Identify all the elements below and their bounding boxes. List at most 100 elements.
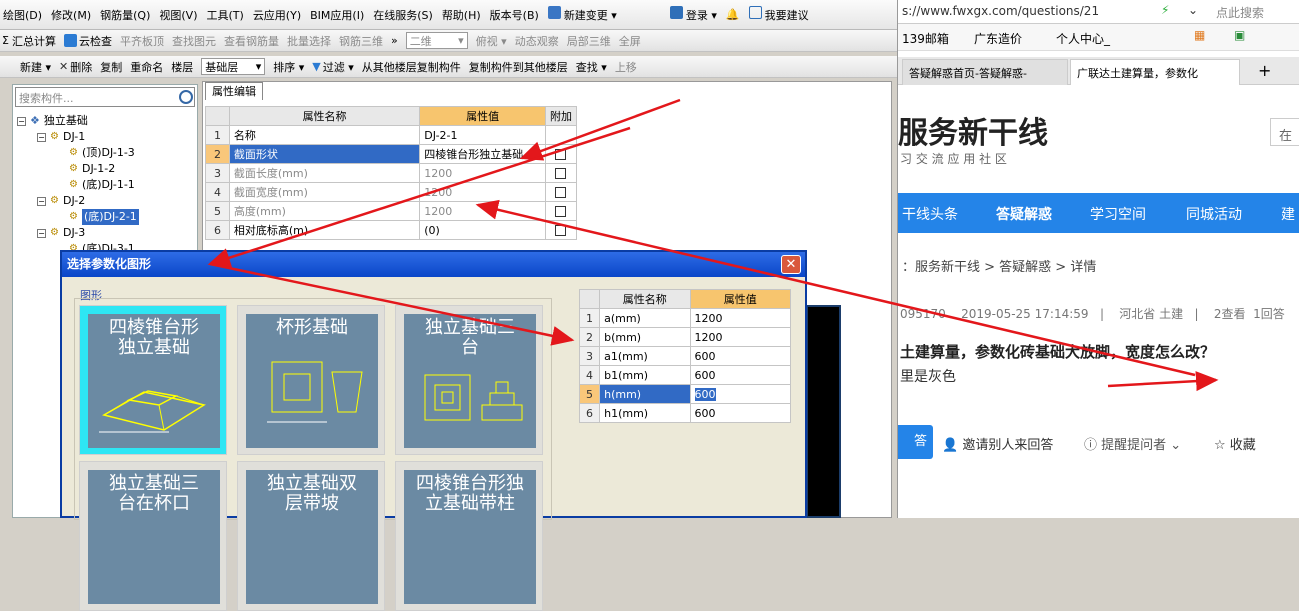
extra-checkbox[interactable] [555,168,567,179]
new-component-button[interactable]: 新建 ▾ [20,59,51,75]
favorite-button[interactable]: ☆ 收藏 [1214,434,1256,453]
menu-draw[interactable]: 绘图(D) [3,7,42,23]
align-slab-top-button[interactable]: 平齐板顶 [120,33,164,49]
nav-learning[interactable]: 学习空间 [1090,204,1146,224]
shape-card-three-step-cup[interactable]: 独立基础三台在杯口 [79,461,227,611]
close-icon[interactable]: ✕ [781,255,801,274]
answer-button[interactable]: 答 [898,425,933,459]
name-value-cell[interactable]: DJ-2-1 [419,125,546,145]
parameter-table-header: 属性名称 属性值 [578,289,792,309]
param-value-cell-h[interactable]: 600 [689,384,792,404]
collapse-icon[interactable]: − [37,132,46,142]
collapse-icon[interactable]: − [37,196,46,206]
collapse-icon[interactable]: − [17,116,26,126]
fav-personal-center[interactable]: 个人中心_ [1056,30,1110,47]
login-button[interactable]: 登录 ▾ [669,6,717,23]
menu-version[interactable]: 版本号(B) [490,7,539,23]
new-tab-icon[interactable]: + [1258,61,1271,80]
local-3d-button[interactable]: 局部三维 [567,33,611,49]
nav-more[interactable]: 建 [1281,204,1295,224]
property-table-header: 属性名称 属性值 附加 [205,106,578,126]
find-button[interactable]: 查找 ▾ [576,59,607,75]
search-icon[interactable] [179,90,193,104]
tree-item-dj3[interactable]: − ⚙ DJ-3 [37,225,139,241]
copy-button[interactable]: 复制 [100,59,122,75]
tab-property-edit[interactable]: 属性编辑 [205,82,263,100]
component-tree: − ❖ 独立基础 − ⚙ DJ-1 ⚙ (顶)DJ-1-3 ⚙ DJ-1-2 ⚙ (底)DJ-… [17,113,139,257]
extra-checkbox[interactable] [555,187,567,198]
menu-modify[interactable]: 修改(M) [51,7,91,23]
menu-rebar-quantity[interactable]: 钢筋量(Q) [100,7,150,23]
sort-button[interactable]: 排序 ▾ [273,59,304,75]
collapse-icon[interactable]: − [37,228,46,238]
menu-online-service[interactable]: 在线服务(S) [373,7,433,23]
extra-checkbox[interactable] [555,206,567,217]
param-value-cell[interactable]: 1200 [689,327,792,347]
menu-view[interactable]: 视图(V) [159,7,197,23]
tab-qa-home[interactable]: 答疑解惑首页-答疑解惑- [902,59,1068,85]
menu-bim[interactable]: BIM应用(I) [310,7,364,23]
nav-headlines[interactable]: 干线头条 [902,204,958,224]
cloud-check-button[interactable]: 云检查 [63,33,112,49]
menu-cloud[interactable]: 云应用(Y) [253,7,301,23]
suggest-button[interactable]: 我要建议 [748,6,809,23]
rename-button[interactable]: 重命名 [130,59,163,75]
copy-from-floor-button[interactable]: 从其他楼层复制构件 [362,59,461,75]
shape-card-pyramid[interactable]: 四棱锥台形独立基础 [79,305,227,455]
param-value-cell[interactable]: 600 [689,403,792,423]
menu-tools[interactable]: 工具(T) [207,7,244,23]
view-rebar-quantity-button[interactable]: 查看钢筋量 [224,33,279,49]
tree-item-dj2-1[interactable]: ⚙ (底)DJ-2-1 [69,209,139,225]
tree-item-dj2[interactable]: − ⚙ DJ-2 [37,193,139,209]
delete-button[interactable]: ✕ 删除 [59,59,92,75]
tree-item-dj1-3[interactable]: ⚙ (顶)DJ-1-3 [69,145,139,161]
tree-item-dj1[interactable]: − ⚙ DJ-1 [37,129,139,145]
orbit-button[interactable]: 动态观察 [515,33,559,49]
shape-card-three-step[interactable]: 独立基础三台 [395,305,543,455]
site-top-button[interactable]: 在 [1270,118,1299,146]
view-mode-select[interactable]: 二维 ▾ [405,32,468,49]
shape-card-cup[interactable]: 杯形基础 [237,305,385,455]
tree-item-dj1-2[interactable]: ⚙ DJ-1-2 [69,161,139,177]
site-logo[interactable]: 服务新干线 [898,108,1048,152]
chevron-down-icon[interactable]: ⌄ [1188,3,1198,17]
fullscreen-button[interactable]: 全屏 [619,33,641,49]
fav-139mail[interactable]: 139邮箱 [902,30,949,47]
param-value-cell[interactable]: 600 [689,365,792,385]
nav-events[interactable]: 同城活动 [1186,204,1242,224]
extra-checkbox[interactable] [555,149,567,160]
search-hint[interactable]: 点此搜索 [1216,4,1264,21]
move-up-button[interactable]: 上移 [615,59,637,75]
bell-icon[interactable]: 🔔 [726,8,740,21]
menu-help[interactable]: 帮助(H) [442,7,481,23]
top-view-button[interactable]: 俯视 ▾ [476,33,507,49]
calculate-button[interactable]: 汇总计算 [12,33,56,49]
address-bar[interactable]: s://www.fwxgx.com/questions/21 ⚡ ⌄ 点此搜索 [898,0,1299,24]
remind-asker-button[interactable]: ⓘ 提醒提问者 ⌄ [1084,434,1181,453]
book-icon[interactable]: ▣ [1234,28,1245,42]
nav-qa[interactable]: 答疑解惑 [996,204,1052,224]
shape-card-pyramid-column[interactable]: 四棱锥台形独立基础带柱 [395,461,543,611]
fav-gd-cost[interactable]: 广东造价 [974,30,1022,47]
overflow-chevron-icon[interactable]: » [391,34,398,47]
relative-elevation-cell[interactable]: (0) [419,220,546,240]
drawing-canvas[interactable] [806,305,841,518]
tab-question[interactable]: 广联达土建算量，参数化 [1070,59,1240,85]
section-shape-cell[interactable]: 四棱锥台形独立基础 [419,144,546,164]
find-element-button[interactable]: 查找图元 [172,33,216,49]
param-value-cell[interactable]: 1200 [689,308,792,328]
invite-answer-button[interactable]: 👤 邀请别人来回答 [942,434,1053,453]
tree-item-dj1-1[interactable]: ⚙ (底)DJ-1-1 [69,177,139,193]
apps-icon[interactable]: ▦ [1194,28,1205,42]
param-value-cell[interactable]: 600 [689,346,792,366]
component-search-input[interactable]: 搜索构件... [15,87,195,107]
menu-new-change[interactable]: 新建变更 ▾ [547,6,617,23]
floor-select[interactable]: 基础层 ▾ [201,58,266,75]
rebar-3d-button[interactable]: 钢筋三维 [339,33,383,49]
shape-card-double-slope[interactable]: 独立基础双层带坡 [237,461,385,611]
extra-checkbox[interactable] [555,225,567,236]
batch-select-button[interactable]: 批量选择 [287,33,331,49]
filter-button[interactable]: ▼ 过滤 ▾ [312,59,354,75]
tree-item-independent-foundation[interactable]: − ❖ 独立基础 [17,113,139,129]
copy-to-floor-button[interactable]: 复制构件到其他楼层 [469,59,568,75]
